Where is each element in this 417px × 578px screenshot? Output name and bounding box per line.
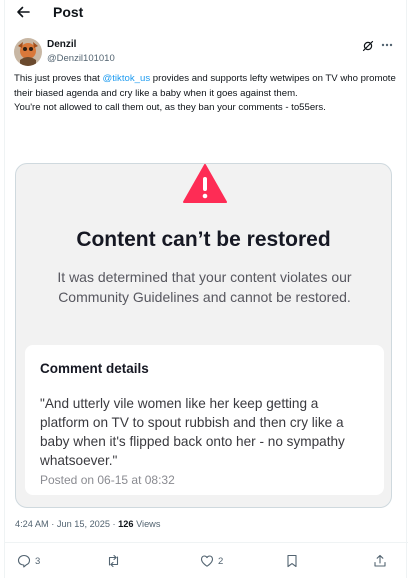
reply-count: 3 xyxy=(35,555,41,567)
reply-button[interactable]: 3 xyxy=(17,553,40,569)
card-title: Content can’t be restored xyxy=(76,228,331,251)
bookmark-icon xyxy=(287,554,297,568)
views-label: Views xyxy=(133,519,161,529)
back-arrow-icon[interactable] xyxy=(15,4,31,20)
post-text-prefix: This just proves that xyxy=(14,73,103,84)
like-button[interactable]: 2 xyxy=(200,553,223,569)
comment-posted-date: Posted on 06-15 at 08:32 xyxy=(40,473,175,487)
post-metadata: 4:24 AM · Jun 15, 2025 · 126 Views xyxy=(15,519,160,529)
share-icon xyxy=(374,554,386,567)
comment-details-heading: Comment details xyxy=(40,361,149,376)
embedded-screenshot-card[interactable]: Content can’t be restored It was determi… xyxy=(15,163,392,508)
repost-icon xyxy=(108,554,119,568)
grok-icon[interactable] xyxy=(362,39,374,52)
author-handle[interactable]: @Denzil101010 xyxy=(47,53,115,64)
more-icon[interactable] xyxy=(380,38,394,55)
reply-icon xyxy=(17,554,31,568)
comment-quote: "And utterly vile women like her keep ge… xyxy=(40,396,345,468)
views-count: 126 xyxy=(118,519,134,529)
post-text: This just proves that @tiktok_us provide… xyxy=(14,72,399,116)
share-button[interactable] xyxy=(373,553,387,569)
post-page: Post Denzil @Denzil101010 This just prov… xyxy=(4,0,408,578)
warning-icon xyxy=(183,164,227,204)
like-icon xyxy=(200,555,214,567)
post-text-line2: You're not allowed to call them out, as … xyxy=(14,102,326,113)
bookmark-button[interactable] xyxy=(286,553,298,569)
page-title: Post xyxy=(53,4,84,20)
post-timestamp[interactable]: 4:24 AM · Jun 15, 2025 · xyxy=(15,519,118,529)
top-bar: Post xyxy=(5,0,408,26)
author-name[interactable]: Denzil xyxy=(47,39,76,50)
card-description: It was determined that your content viol… xyxy=(57,269,352,305)
like-count: 2 xyxy=(218,555,224,567)
avatar[interactable] xyxy=(14,38,42,66)
comment-details-panel: Comment details "And utterly vile women … xyxy=(25,345,384,495)
repost-button[interactable] xyxy=(106,553,125,569)
divider xyxy=(5,542,408,543)
mention-link[interactable]: @tiktok_us xyxy=(103,73,151,84)
